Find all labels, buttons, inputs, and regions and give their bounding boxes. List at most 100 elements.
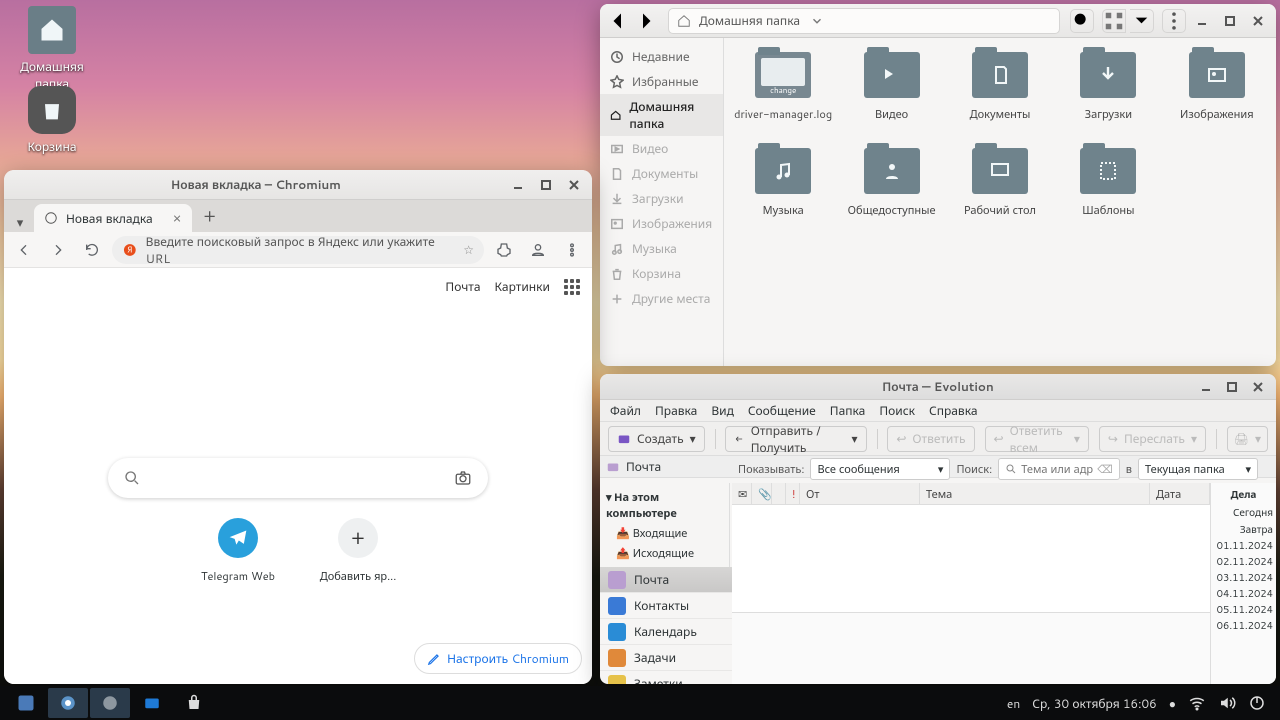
window-close-button[interactable] [562,173,586,197]
file-manager-grid[interactable]: changedriver-manager.logВидеоДокументыЗа… [724,38,1276,366]
camera-icon[interactable] [454,469,472,487]
component-button[interactable]: Календарь [600,619,732,645]
menu-item[interactable]: Справка [929,402,978,419]
show-combo[interactable]: Все сообщения▾ [810,458,950,480]
menu-item[interactable]: Правка [655,402,697,419]
start-button[interactable] [6,688,46,718]
desktop-icon-trash[interactable]: Корзина [12,86,92,155]
component-button[interactable]: Почта [600,567,732,593]
extensions-button[interactable] [490,236,518,264]
tab-dropdown-button[interactable]: ▾ [10,214,30,232]
view-dropdown-button[interactable] [1130,9,1154,33]
send-receive-button[interactable]: Отправить / Получить▾ [725,426,866,452]
search-button[interactable] [1070,9,1094,33]
component-button[interactable]: Контакты [600,593,732,619]
sidebar-item[interactable]: Видео [600,136,723,161]
menu-item[interactable]: Поиск [879,402,915,419]
nav-back-button[interactable] [10,236,38,264]
shortcut-add[interactable]: + Добавить яр... [318,518,398,584]
new-tab-button[interactable]: + [196,198,224,232]
ntp-search-box[interactable] [108,458,488,498]
customize-chrome-button[interactable]: Настроить Chromium [414,643,582,674]
apps-grid-icon[interactable] [564,279,580,295]
message-list: ✉📎! От Тема Дата [732,483,1210,684]
sidebar-item[interactable]: Изображения [600,211,723,236]
wifi-icon[interactable] [1188,694,1206,712]
tree-inbox[interactable]: 📥 Входящие [602,523,727,543]
component-button[interactable]: Задачи [600,645,732,671]
view-grid-button[interactable] [1102,9,1126,33]
search-field[interactable]: ⌫ [998,458,1120,480]
filter-bar: Показывать: Все сообщения▾ Поиск: ⌫ в Те… [732,455,1276,483]
ntp-mail-link[interactable]: Почта [445,278,480,295]
window-minimize-button[interactable] [1194,375,1218,399]
sidebar-item[interactable]: Музыка [600,236,723,261]
sidebar-item[interactable]: Избранные [600,69,723,94]
nav-forward-button[interactable] [634,9,658,33]
tree-outbox[interactable]: 📤 Исходящие [602,543,727,563]
sidebar-item[interactable]: Домашняя папка [600,94,723,136]
sidebar-item[interactable]: Корзина [600,261,723,286]
window-close-button[interactable] [1246,9,1270,33]
sidebar-item[interactable]: Недавние [600,44,723,69]
task-files[interactable] [132,688,172,718]
tray-dot-icon[interactable]: ● [1169,695,1176,712]
window-maximize-button[interactable] [1218,9,1242,33]
evolution-titlebar[interactable]: Почта — Evolution [600,374,1276,400]
menu-item[interactable]: Папка [830,402,866,419]
search-input[interactable] [1021,461,1093,477]
ntp-shortcuts: Telegram Web + Добавить яр... [198,518,398,584]
message-list-body[interactable] [732,505,1210,612]
chromium-titlebar[interactable]: Новая вкладка – Chromium [4,170,592,200]
keyboard-layout[interactable]: en [1007,695,1020,712]
window-maximize-button[interactable] [534,173,558,197]
grid-item[interactable]: Общедоступные [838,148,944,218]
shortcut-telegram[interactable]: Telegram Web [198,518,278,584]
scope-combo[interactable]: Текущая папка▾ [1138,458,1258,480]
sidebar-item[interactable]: Документы [600,161,723,186]
address-bar[interactable]: Я Введите поисковый запрос в Яндекс или … [112,236,484,264]
window-minimize-button[interactable] [506,173,530,197]
clock[interactable]: Ср, 30 октября 16:06 [1032,695,1156,712]
component-button[interactable]: Заметки [600,671,732,684]
reload-button[interactable] [78,236,106,264]
grid-item[interactable]: Загрузки [1055,52,1161,122]
file-manager-titlebar[interactable]: Домашняя папка [600,4,1276,38]
ntp-images-link[interactable]: Картинки [495,278,550,295]
message-list-header[interactable]: ✉📎! От Тема Дата [732,483,1210,505]
folder-tree[interactable]: ▾На этом компьютере 📥 Входящие 📤 Исходящ… [600,483,730,567]
sidebar-item[interactable]: Загрузки [600,186,723,211]
menu-item[interactable]: Вид [711,402,734,419]
tree-root[interactable]: ▾На этом компьютере [602,487,727,523]
compose-button[interactable]: Создать▾ [608,426,705,452]
nav-back-button[interactable] [606,9,630,33]
grid-item[interactable]: Документы [947,52,1053,122]
path-bar[interactable]: Домашняя папка [668,8,1060,34]
window-minimize-button[interactable] [1190,9,1214,33]
grid-item[interactable]: Видео [838,52,944,122]
window-maximize-button[interactable] [1220,375,1244,399]
grid-item[interactable]: Изображения [1164,52,1270,122]
grid-item[interactable]: Рабочий стол [947,148,1053,218]
task-chromium[interactable] [48,688,88,718]
sidebar-item[interactable]: Другие места [600,286,723,311]
menu-item[interactable]: Файл [610,402,641,419]
task-store[interactable] [174,688,214,718]
grid-item[interactable]: changedriver-manager.log [730,52,836,122]
grid-item[interactable]: Музыка [730,148,836,218]
desktop-icon-home[interactable]: Домашняя папка [12,6,92,92]
task-settings[interactable] [90,688,130,718]
menu-item[interactable]: Сообщение [748,402,816,419]
volume-icon[interactable] [1218,694,1236,712]
tab-newtab[interactable]: Новая вкладка × [34,204,192,232]
nav-forward-button[interactable] [44,236,72,264]
bookmark-star-icon[interactable]: ☆ [463,241,474,258]
address-placeholder: Введите поисковый запрос в Яндекс или ук… [146,233,456,267]
profile-button[interactable] [524,236,552,264]
window-close-button[interactable] [1246,375,1270,399]
hamburger-menu-button[interactable] [1162,9,1186,33]
menu-button[interactable] [558,236,586,264]
tab-close-button[interactable]: × [173,208,182,228]
power-icon[interactable] [1248,694,1266,712]
grid-item[interactable]: Шаблоны [1055,148,1161,218]
